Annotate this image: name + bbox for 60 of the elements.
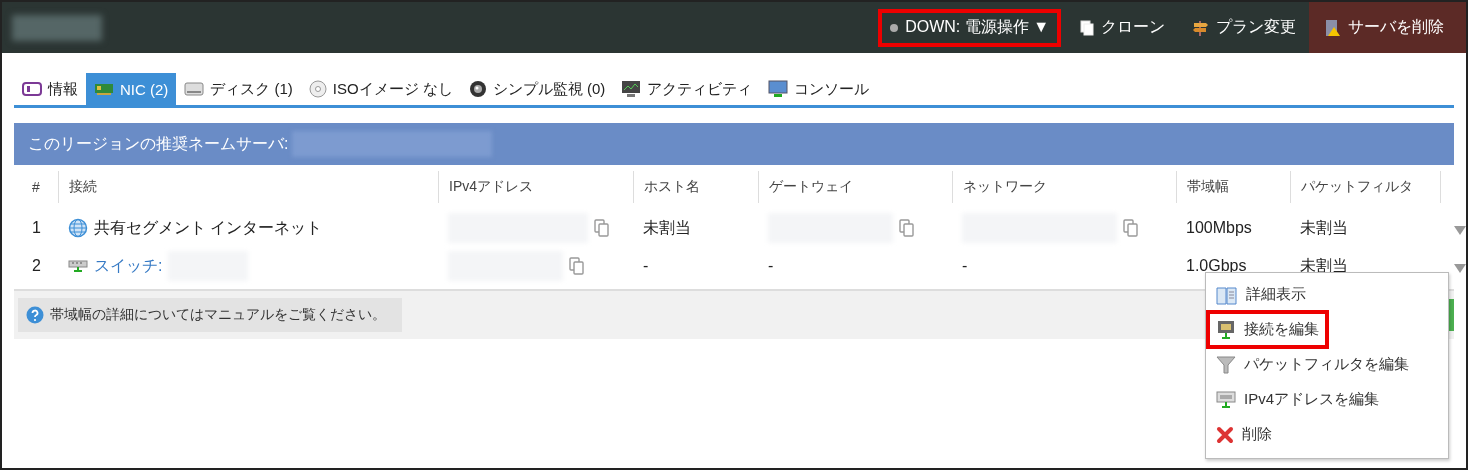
monitor-icon bbox=[1216, 319, 1236, 340]
tab[interactable]: ISOイメージ なし bbox=[300, 73, 461, 105]
cd-icon bbox=[308, 80, 327, 98]
server-warning-icon bbox=[1323, 18, 1341, 37]
column-header: ゲートウェイ bbox=[758, 171, 952, 203]
caret-icon[interactable] bbox=[1454, 225, 1466, 235]
copy-icon[interactable] bbox=[569, 257, 585, 275]
table-cell-text: - bbox=[642, 257, 650, 275]
switch-icon bbox=[68, 259, 88, 273]
tab[interactable]: シンプル監視 (0) bbox=[460, 73, 614, 105]
tab[interactable]: アクティビティ bbox=[613, 73, 761, 105]
copy-icon[interactable] bbox=[594, 219, 610, 237]
menu-item[interactable]: IPv4アドレスを編集 bbox=[1208, 382, 1387, 417]
column-header: 接続 bbox=[58, 171, 438, 203]
table-cell-text: 100Mbps bbox=[1185, 219, 1253, 237]
menu-item[interactable]: 詳細表示 bbox=[1208, 277, 1314, 312]
disk-drive-icon bbox=[184, 81, 205, 97]
status-dropdown[interactable]: DOWN: 電源操作 ▼ bbox=[882, 12, 1057, 43]
connection-name: 共有セグメント インターネット bbox=[94, 217, 323, 238]
cross-icon bbox=[1216, 425, 1234, 444]
table-cell-text: 未割当 bbox=[1299, 217, 1349, 238]
address-plate-icon bbox=[1216, 389, 1236, 410]
column-header: IPv4アドレス bbox=[438, 171, 633, 203]
tab[interactable]: コンソール bbox=[760, 73, 878, 105]
column-header: # bbox=[31, 178, 41, 197]
column-header: ホスト名 bbox=[633, 171, 758, 203]
tab[interactable]: ディスク (1) bbox=[176, 73, 301, 105]
clone-button[interactable]: クローン bbox=[1067, 2, 1178, 53]
monitor-chart-icon bbox=[621, 80, 642, 98]
help-text: 帯域幅の詳細についてはマニュアルをご覧ください。 bbox=[50, 306, 386, 324]
menu-item[interactable]: パケットフィルタを編集 bbox=[1208, 347, 1417, 382]
switch-link[interactable]: スイッチ: bbox=[94, 255, 163, 277]
delete-server-button[interactable]: サーバを削除 bbox=[1309, 2, 1466, 53]
menu-item[interactable]: 削除 bbox=[1208, 417, 1280, 452]
column-header: ネットワーク bbox=[952, 171, 1176, 203]
table-cell: - bbox=[962, 257, 968, 275]
help-icon bbox=[26, 306, 44, 324]
funnel-icon bbox=[1216, 354, 1236, 375]
tab[interactable]: 情報 bbox=[14, 73, 86, 105]
nameserver-label: このリージョンの推奨ネームサーバ: bbox=[28, 133, 289, 154]
menu-item[interactable]: 接続を編集 bbox=[1208, 312, 1327, 347]
table-cell-text: 未割当 bbox=[642, 217, 692, 238]
info-card-icon bbox=[22, 81, 42, 97]
plan-button[interactable]: プラン変更 bbox=[1178, 2, 1309, 53]
copy-icon[interactable] bbox=[1123, 219, 1139, 237]
book-icon bbox=[1216, 284, 1238, 305]
copy-icon[interactable] bbox=[899, 219, 915, 237]
status-dot bbox=[890, 23, 899, 32]
table-cell-text: 2 bbox=[31, 257, 42, 275]
monitor-icon bbox=[768, 80, 789, 98]
column-header: 帯域幅 bbox=[1176, 171, 1290, 203]
signpost-icon bbox=[1191, 18, 1209, 37]
eye-icon bbox=[468, 80, 487, 98]
column-header: パケットフィルタ bbox=[1290, 171, 1440, 203]
globe-icon bbox=[68, 218, 88, 238]
network-card-icon bbox=[94, 82, 114, 96]
table-cell-text: 1 bbox=[31, 219, 42, 237]
copy-icon bbox=[1080, 19, 1094, 36]
table-cell: - bbox=[768, 257, 774, 275]
table-cell-text: 1.0Gbps bbox=[1185, 257, 1248, 275]
